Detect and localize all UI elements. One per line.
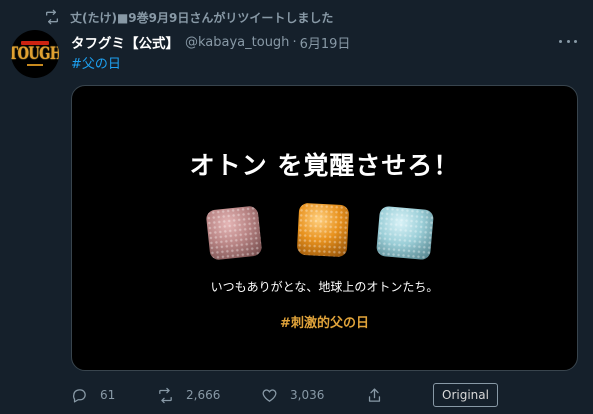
avatar[interactable]: TOUGH — [11, 30, 59, 78]
retweet-button[interactable]: 2,666 — [157, 382, 220, 408]
reply-button[interactable]: 61 — [71, 382, 115, 408]
like-button[interactable]: 3,036 — [261, 382, 324, 408]
retweet-context-text: 丈(たけ)■9巻9月9日さんがリツイートしました — [70, 10, 334, 25]
tweet-media-image[interactable]: オトン を覚醒させろ！ いつもありがとな、地球上のオトンたち。 #刺激的父の日 — [71, 85, 578, 371]
reply-count: 61 — [100, 388, 116, 402]
tweet-actions: 61 2,666 3,036 Original — [71, 382, 581, 408]
retweet-count: 2,666 — [186, 388, 221, 402]
avatar-logo: TOUGH — [11, 44, 59, 64]
media-subtitle: いつもありがとな、地球上のオトンたち。 — [210, 280, 439, 294]
pink-gummy — [205, 205, 263, 261]
orange-gummy — [296, 202, 350, 258]
heart-icon — [262, 388, 277, 402]
hashtag-link[interactable]: #父の日 — [71, 53, 121, 72]
share-icon — [368, 387, 381, 402]
tweet-header: タフグミ【公式】 @kabaya_tough · 6月19日 — [71, 32, 351, 53]
retweet-icon — [46, 9, 58, 25]
reply-icon — [73, 388, 86, 403]
media-hashtag: #刺激的父の日 — [280, 316, 369, 331]
tweet-card[interactable]: 丈(たけ)■9巻9月9日さんがリツイートしました TOUGH タフグミ【公式】 … — [0, 0, 593, 414]
retweet-context[interactable]: 丈(たけ)■9巻9月9日さんがリツイートしました — [44, 6, 333, 28]
media-headline: オトン を覚醒させろ！ — [189, 151, 460, 180]
tweet-date[interactable]: 6月19日 — [300, 33, 351, 52]
user-handle[interactable]: @kabaya_tough — [185, 35, 289, 50]
separator-dot: · — [292, 34, 297, 50]
share-button[interactable] — [366, 382, 395, 408]
blue-gummy — [375, 205, 435, 261]
display-name[interactable]: タフグミ【公式】 — [71, 32, 179, 52]
more-options-icon[interactable] — [559, 33, 577, 49]
retweet-icon — [159, 387, 172, 403]
original-button[interactable]: Original — [433, 383, 498, 407]
like-count: 3,036 — [290, 388, 325, 402]
avatar-logo-underline — [27, 64, 43, 66]
